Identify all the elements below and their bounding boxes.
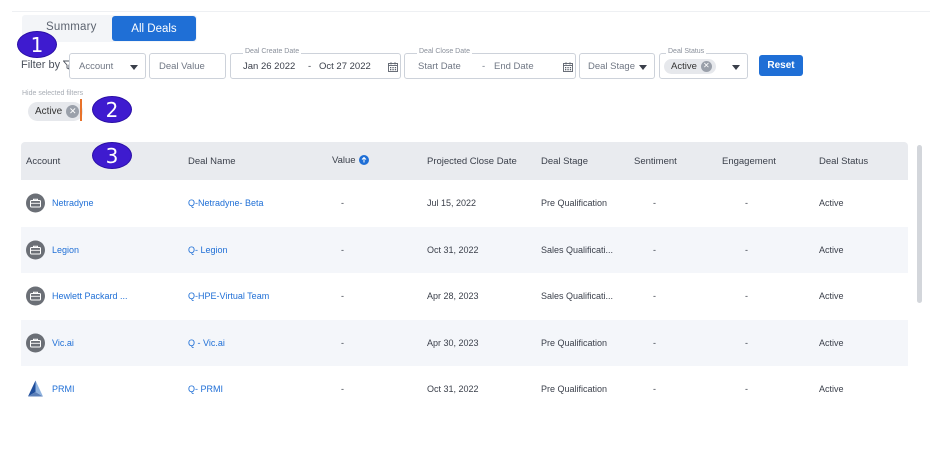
chevron-down-icon	[639, 65, 647, 70]
briefcase-icon	[26, 286, 45, 306]
account-filter-dropdown[interactable]: Account	[69, 53, 146, 79]
close-date-cell: Oct 31, 2022	[427, 244, 479, 255]
briefcase-icon	[26, 240, 45, 260]
deal-value-filter-input[interactable]: Deal Value	[149, 53, 226, 79]
close-date-end: End Date	[494, 60, 534, 72]
close-date-start: Start Date	[418, 60, 461, 72]
deal-stage-cell: Sales Qualificati...	[541, 291, 614, 302]
status-filter-chip: Active ✕	[664, 58, 716, 74]
deal-stage-cell: Pre Qualification	[541, 337, 608, 348]
calendar-icon[interactable]	[388, 62, 398, 72]
sort-arrow-icon[interactable]	[358, 155, 369, 166]
deal-name-link[interactable]: Q- PRMI	[188, 384, 223, 394]
value-cell: -	[341, 244, 344, 255]
deal-create-date-range[interactable]: Deal Create Date Jan 26 2022 - Oct 27 20…	[230, 48, 401, 79]
create-date-start: Jan 26 2022	[243, 60, 296, 72]
chevron-down-icon	[130, 65, 138, 70]
deal-stage-filter-dropdown[interactable]: Deal Stage	[579, 53, 655, 79]
account-link[interactable]: Vic.ai	[52, 338, 74, 348]
chevron-down-icon	[732, 65, 740, 70]
column-header-deal-status[interactable]: Deal Status	[819, 156, 868, 167]
table-row[interactable]: Vic.ai Q - Vic.ai - Apr 30, 2023 Pre Qua…	[21, 319, 908, 366]
deal-status-cell: Active	[819, 337, 844, 348]
engagement-cell: -	[745, 198, 748, 209]
column-header-projected-close-date[interactable]: Projected Close Date	[427, 156, 517, 167]
table-scrollbar[interactable]	[917, 145, 922, 303]
deal-name-link[interactable]: Q- Legion	[188, 245, 228, 255]
table-row[interactable]: Legion Q- Legion - Oct 31, 2022 Sales Qu…	[21, 226, 908, 273]
deal-status-cell: Active	[819, 198, 844, 209]
sentiment-cell: -	[653, 291, 656, 302]
value-cell: -	[341, 337, 344, 348]
column-header-deal-stage[interactable]: Deal Stage	[541, 156, 588, 167]
value-cell: -	[341, 291, 344, 302]
deals-table: Account Deal Name Value Projected Close …	[21, 142, 908, 413]
hide-selected-filters-link[interactable]: Hide selected filters	[22, 90, 83, 97]
engagement-cell: -	[745, 337, 748, 348]
account-link[interactable]: Hewlett Packard ...	[52, 291, 128, 301]
sentiment-cell: -	[653, 198, 656, 209]
sentiment-cell: -	[653, 244, 656, 255]
table-row[interactable]: Netradyne Q-Netradyne- Beta - Jul 15, 20…	[21, 180, 908, 227]
tab-summary[interactable]: Summary	[46, 21, 97, 33]
table-row[interactable]: PRMI Q- PRMI - Oct 31, 2022 Pre Qualific…	[21, 366, 908, 413]
sentiment-cell: -	[653, 337, 656, 348]
reset-button[interactable]: Reset	[759, 55, 803, 76]
value-cell: -	[341, 384, 344, 395]
account-link[interactable]: Legion	[52, 245, 79, 255]
column-header-sentiment[interactable]: Sentiment	[634, 156, 677, 167]
deal-close-date-range[interactable]: Deal Close Date Start Date - End Date	[404, 48, 576, 79]
account-link[interactable]: PRMI	[52, 384, 75, 394]
column-header-engagement[interactable]: Engagement	[722, 156, 776, 167]
engagement-cell: -	[745, 244, 748, 255]
column-header-deal-name[interactable]: Deal Name	[188, 156, 236, 167]
close-icon[interactable]: ✕	[66, 105, 80, 118]
account-link[interactable]: Netradyne	[52, 198, 94, 208]
deal-status-filter-dropdown[interactable]: Deal Status Active ✕	[659, 48, 748, 79]
annotation-badge-2: 2	[92, 96, 132, 123]
engagement-cell: -	[745, 384, 748, 395]
deal-stage-cell: Pre Qualification	[541, 198, 608, 209]
filter-by-label: Filter by	[21, 59, 74, 71]
selection-marker	[80, 99, 82, 121]
calendar-icon[interactable]	[563, 62, 573, 72]
close-date-cell: Apr 30, 2023	[427, 337, 479, 348]
deal-status-cell: Active	[819, 384, 844, 395]
deal-name-link[interactable]: Q - Vic.ai	[188, 338, 225, 348]
briefcase-icon	[26, 333, 45, 353]
create-date-end: Oct 27 2022	[319, 60, 371, 72]
close-date-cell: Oct 31, 2022	[427, 384, 479, 395]
briefcase-icon	[26, 193, 45, 213]
column-header-value[interactable]: Value	[332, 155, 369, 166]
deal-stage-cell: Sales Qualificati...	[541, 244, 614, 255]
close-icon[interactable]: ✕	[700, 60, 712, 72]
column-header-account[interactable]: Account	[26, 156, 60, 167]
annotation-badge-1: 1	[17, 31, 57, 58]
deal-status-cell: Active	[819, 244, 844, 255]
tab-all-deals[interactable]: All Deals	[112, 16, 196, 41]
close-date-cell: Jul 15, 2022	[427, 198, 477, 209]
table-row[interactable]: Hewlett Packard ... Q-HPE-Virtual Team -…	[21, 273, 908, 320]
deal-status-cell: Active	[819, 291, 844, 302]
deal-stage-cell: Pre Qualification	[541, 384, 608, 395]
deal-name-link[interactable]: Q-HPE-Virtual Team	[188, 291, 269, 301]
engagement-cell: -	[745, 291, 748, 302]
selected-filter-chip: Active ✕	[28, 101, 84, 121]
prmi-logo-icon	[26, 380, 45, 399]
table-header: Account Deal Name Value Projected Close …	[21, 142, 908, 180]
value-cell: -	[341, 198, 344, 209]
close-date-cell: Apr 28, 2023	[427, 291, 479, 302]
sentiment-cell: -	[653, 384, 656, 395]
annotation-badge-3: 3	[92, 142, 132, 169]
top-divider	[12, 11, 930, 12]
deal-name-link[interactable]: Q-Netradyne- Beta	[188, 198, 264, 208]
